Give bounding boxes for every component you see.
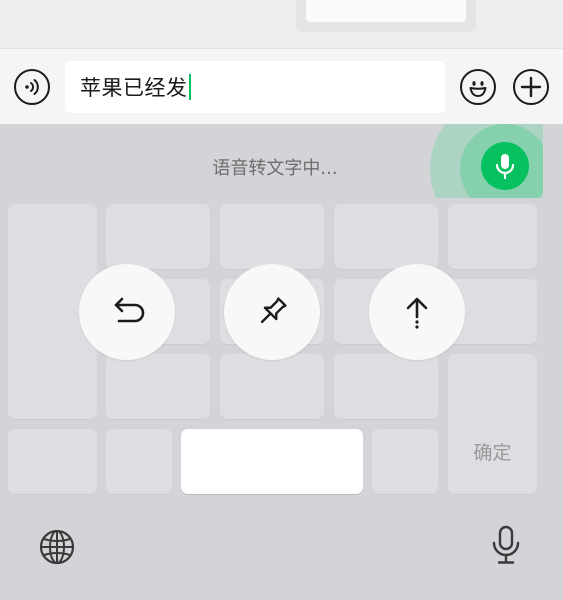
emoji-button[interactable] xyxy=(460,69,496,105)
message-bubble-content xyxy=(306,0,466,22)
voice-wave-icon xyxy=(25,79,39,95)
pin-icon xyxy=(260,297,287,324)
send-up-arrow-icon xyxy=(406,297,428,329)
chat-message-area xyxy=(0,0,563,48)
voice-keyboard: 语音转文字中... 确定 xyxy=(0,124,563,600)
keyboard-key xyxy=(448,204,537,269)
message-input-text: 苹果已经发 xyxy=(80,76,188,100)
message-input[interactable]: 苹果已经发 xyxy=(65,61,445,113)
globe-icon xyxy=(39,529,75,565)
keyboard-key xyxy=(8,429,97,494)
keyboard-key xyxy=(106,429,172,494)
more-button[interactable] xyxy=(513,69,549,105)
undo-button[interactable] xyxy=(79,264,175,360)
keyboard-key xyxy=(220,204,324,269)
keyboard-key xyxy=(372,429,438,494)
message-bubble[interactable] xyxy=(296,0,476,32)
plus-icon xyxy=(520,76,542,98)
smiley-face-icon xyxy=(469,81,487,97)
voice-toggle-button[interactable] xyxy=(14,69,50,105)
keyboard-key xyxy=(106,204,210,269)
active-mic-button[interactable] xyxy=(481,142,529,190)
microphone-icon xyxy=(492,525,520,564)
voice-input-button[interactable] xyxy=(490,524,522,570)
input-bar: 苹果已经发 xyxy=(0,48,563,124)
send-button[interactable] xyxy=(369,264,465,360)
undo-arrow-icon xyxy=(114,297,145,323)
keyboard-key xyxy=(106,354,210,419)
microphone-icon xyxy=(495,154,515,180)
pin-button[interactable] xyxy=(224,264,320,360)
language-switch-button[interactable] xyxy=(38,528,76,570)
keyboard-key xyxy=(334,354,438,419)
keyboard-key xyxy=(220,354,324,419)
keyboard-key xyxy=(334,204,438,269)
text-caret xyxy=(188,74,191,100)
confirm-key-label: 确定 xyxy=(473,442,512,464)
confirm-key: 确定 xyxy=(448,354,537,494)
space-key xyxy=(181,429,363,494)
